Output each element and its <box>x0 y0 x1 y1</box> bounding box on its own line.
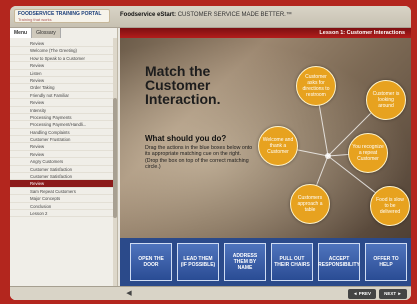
header-bar: FOODSERVICE TRAINING PORTAL Training tha… <box>10 6 411 28</box>
menu-item[interactable]: Review <box>10 77 114 85</box>
action-tray: OPEN THE DOOR LEAD THEM (IF POSSIBLE) AD… <box>120 238 411 286</box>
drop-target-circle[interactable]: Welcome and thank a Customer <box>258 126 298 166</box>
menu-item[interactable]: Review <box>10 62 114 70</box>
speaker-icon[interactable]: ◀ <box>124 289 134 298</box>
activity-instructions: Drag the actions in the blue boxes below… <box>145 145 253 171</box>
drop-target-circle[interactable]: Customers approach a table <box>290 184 330 224</box>
portal-logo: FOODSERVICE TRAINING PORTAL Training tha… <box>14 9 110 23</box>
menu-item[interactable]: Conclusion <box>10 203 114 210</box>
action-box[interactable]: ACCEPT RESPONSIBILITY <box>318 243 360 281</box>
menu-item[interactable]: Listen <box>10 70 114 77</box>
menu-item[interactable]: Handling Complaints <box>10 129 114 137</box>
menu-item[interactable]: Processing Payments <box>10 114 114 122</box>
menu-item[interactable]: Order Taking <box>10 84 114 92</box>
lesson-bar: Lesson 1: Customer Interactions <box>120 28 411 38</box>
menu-item[interactable]: Customer Frustration <box>10 136 114 144</box>
activity-stage: Match the Customer Interaction. What sho… <box>120 38 411 238</box>
menu-item-current[interactable]: Review <box>10 180 114 188</box>
activity-headline: Match the Customer Interaction. <box>145 63 221 107</box>
menu-item[interactable]: Angry Customers <box>10 158 114 166</box>
sidebar-footer <box>10 286 120 300</box>
drop-target-circle[interactable]: Customer is looking around <box>366 80 406 120</box>
player-controls: ◀ ◄ PREV NEXT ► <box>120 286 411 300</box>
menu-item[interactable]: Review <box>10 151 114 159</box>
menu-item[interactable]: Customer Satisfaction <box>10 166 114 174</box>
logo-subtext: Training that works <box>18 17 52 22</box>
sidebar-scrollbar[interactable] <box>113 38 117 300</box>
prev-button[interactable]: ◄ PREV <box>348 289 376 299</box>
tab-menu[interactable]: Menu <box>10 28 33 38</box>
action-box[interactable]: PULL OUT THEIR CHAIRS <box>271 243 313 281</box>
scrollbar-thumb[interactable] <box>113 98 117 218</box>
drop-target-circle[interactable]: You recognize a repeat Customer <box>348 133 388 173</box>
next-button[interactable]: NEXT ► <box>379 289 407 299</box>
drop-target-circle[interactable]: Customer asks for directions to restroom <box>296 66 336 106</box>
sidebar: Menu Glossary Review Welcome (The Greeti… <box>10 28 118 300</box>
menu-item[interactable]: Welcome (The Greeting) <box>10 47 114 55</box>
menu-item[interactable]: Intensity <box>10 107 114 114</box>
menu-item[interactable]: Customer Satisfaction <box>10 173 114 181</box>
menu-item[interactable]: Major Concepts <box>10 195 114 203</box>
menu-item[interactable]: Review <box>10 40 114 48</box>
course-name: CUSTOMER SERVICE MADE BETTER.™ <box>177 12 292 18</box>
course-title: Foodservice eStart: CUSTOMER SERVICE MAD… <box>120 12 292 18</box>
lesson-title: Lesson 1: Customer Interactions <box>319 30 405 36</box>
menu-item[interactable]: Lesson 2 <box>10 210 114 218</box>
action-box[interactable]: OFFER TO HELP <box>365 243 407 281</box>
menu-item[interactable]: How to Speak to a Customer <box>10 55 114 63</box>
menu-list: Review Welcome (The Greeting) How to Spe… <box>10 40 114 298</box>
sidebar-tabs: Menu Glossary <box>10 28 117 38</box>
drop-target-circle[interactable]: Food is slow to be delivered <box>370 186 410 226</box>
action-box[interactable]: LEAD THEM (IF POSSIBLE) <box>177 243 219 281</box>
action-box[interactable]: OPEN THE DOOR <box>130 243 172 281</box>
action-box[interactable]: ADDRESS THEM BY NAME <box>224 243 266 281</box>
menu-item[interactable]: Sam Repeat Customers <box>10 188 114 196</box>
course-player: FOODSERVICE TRAINING PORTAL Training tha… <box>10 6 411 300</box>
menu-item[interactable]: Processing Payment/Handli... <box>10 121 114 129</box>
menu-item[interactable]: Review <box>10 99 114 107</box>
course-prefix: Foodservice eStart: <box>120 12 177 18</box>
menu-item[interactable]: Review <box>10 143 114 151</box>
menu-item[interactable]: Friendly not Familiar <box>10 92 114 100</box>
tab-glossary[interactable]: Glossary <box>32 28 61 38</box>
activity-question: What should you do? <box>145 134 227 143</box>
